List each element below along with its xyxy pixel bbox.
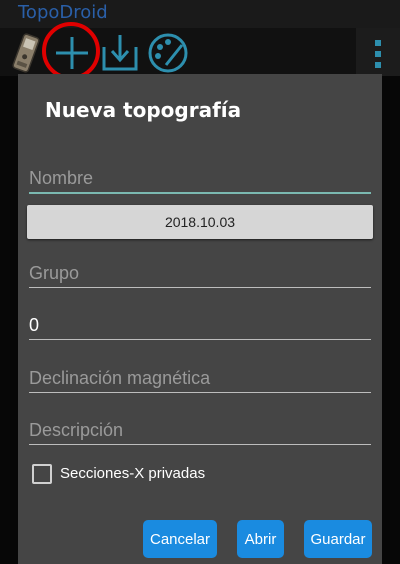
name-input[interactable]: Nombre bbox=[29, 164, 371, 194]
description-input[interactable]: Descripción bbox=[29, 415, 371, 445]
toolbar bbox=[0, 28, 400, 76]
description-placeholder: Descripción bbox=[29, 420, 124, 440]
new-survey-dialog: Nueva topografía Nombre 2018.10.03 Grupo… bbox=[18, 74, 382, 564]
menu-dots-icon bbox=[375, 40, 381, 68]
private-sections-label: Secciones-X privadas bbox=[60, 465, 206, 482]
app-title: TopoDroid bbox=[18, 2, 108, 23]
dialog-title: Nueva topografía bbox=[45, 98, 242, 122]
group-input[interactable]: Grupo bbox=[29, 258, 371, 288]
save-button[interactable]: Guardar bbox=[304, 520, 372, 558]
declination-placeholder: Declinación magnética bbox=[29, 368, 211, 388]
palette-button[interactable] bbox=[146, 31, 190, 75]
number-value: 0 bbox=[29, 315, 40, 335]
group-placeholder: Grupo bbox=[29, 263, 80, 283]
add-survey-button[interactable] bbox=[50, 31, 94, 75]
title-bar: TopoDroid bbox=[0, 0, 400, 28]
import-icon bbox=[102, 35, 138, 71]
private-sections-checkbox[interactable] bbox=[32, 464, 52, 484]
open-button[interactable]: Abrir bbox=[237, 520, 284, 558]
device-icon bbox=[12, 33, 40, 73]
number-input[interactable]: 0 bbox=[29, 310, 371, 340]
add-icon bbox=[56, 37, 88, 69]
background-strip-left bbox=[0, 76, 18, 564]
overflow-menu-button[interactable] bbox=[356, 28, 400, 76]
cancel-button[interactable]: Cancelar bbox=[143, 520, 217, 558]
background-strip-right bbox=[382, 76, 400, 564]
palette-icon bbox=[148, 33, 188, 73]
date-button[interactable]: 2018.10.03 bbox=[27, 205, 373, 239]
name-placeholder: Nombre bbox=[29, 168, 94, 188]
device-button[interactable] bbox=[4, 31, 48, 75]
declination-input[interactable]: Declinación magnética bbox=[29, 363, 371, 393]
import-button[interactable] bbox=[98, 31, 142, 75]
